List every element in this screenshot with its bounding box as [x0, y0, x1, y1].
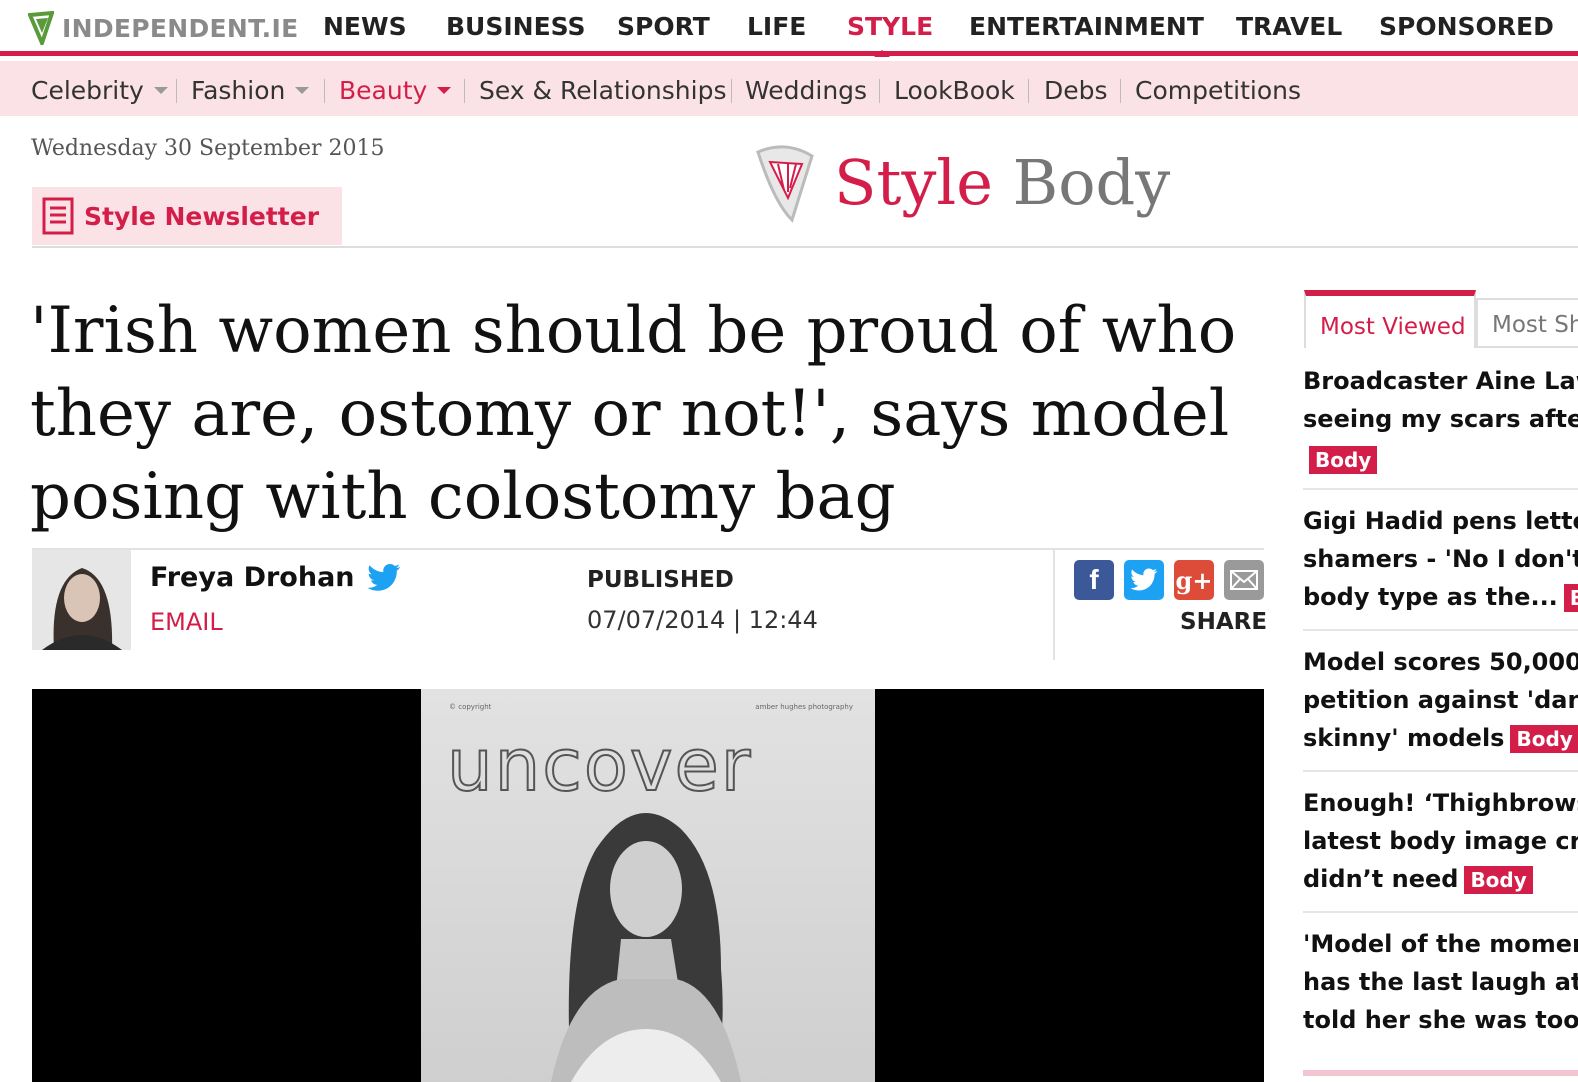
nav-item-business[interactable]: BUSINESS	[446, 12, 586, 41]
harp-logo-icon	[28, 11, 54, 45]
top-nav: INDEPENDENT.IE NEWS BUSINESS SPORT LIFE …	[0, 0, 1578, 57]
subnav-divider	[464, 79, 465, 103]
list-item-line: petition against 'dang	[1303, 686, 1578, 714]
list-item[interactable]: Broadcaster Aine Law seeing my scars aft…	[1303, 362, 1578, 490]
tab-most-shared[interactable]: Most Shared	[1476, 298, 1578, 348]
nav-item-life[interactable]: LIFE	[747, 12, 806, 41]
google-plus-icon[interactable]: g+	[1174, 560, 1214, 600]
harp-logo-icon	[756, 145, 814, 223]
list-item-line: Model scores 50,000 s	[1303, 648, 1578, 676]
byline-vertical-divider	[1053, 550, 1055, 660]
subnav-divider	[1028, 79, 1029, 103]
current-date: Wednesday 30 September 2015	[31, 136, 385, 161]
twitter-glyph	[1130, 568, 1158, 591]
list-item-line: body type as the...	[1303, 583, 1558, 611]
nav-item-news[interactable]: NEWS	[323, 12, 407, 41]
site-logo-text: INDEPENDENT.IE	[62, 13, 299, 43]
list-item-line: didn’t need	[1303, 865, 1459, 893]
byline-divider	[32, 548, 1264, 550]
nav-item-style[interactable]: STYLE	[847, 12, 933, 41]
subnav-item-beauty[interactable]: Beauty	[339, 76, 452, 105]
list-item[interactable]: Enough! ‘Thighbrows’ latest body image c…	[1303, 772, 1578, 913]
facebook-icon[interactable]: f	[1074, 560, 1114, 600]
author-email-link[interactable]: EMAIL	[150, 608, 223, 636]
chevron-down-icon	[295, 87, 310, 94]
list-item-line: Broadcaster Aine Law	[1303, 367, 1578, 395]
list-item-line: Enough! ‘Thighbrows’	[1303, 789, 1578, 817]
list-item-line: Gigi Hadid pens letter	[1303, 507, 1578, 535]
mail-glyph	[1230, 570, 1258, 590]
nav-item-sponsored[interactable]: SPONSORED	[1379, 12, 1554, 41]
photo-copyright: © copyright	[449, 703, 492, 711]
list-item-line: shamers - 'No I don't	[1303, 545, 1578, 573]
active-nav-caret	[874, 50, 890, 57]
section-title: Style Body	[834, 152, 1170, 214]
author-photo	[32, 550, 131, 650]
newsletter-label: Style Newsletter	[84, 201, 320, 231]
section-header: Style Body	[752, 140, 1170, 226]
list-item-line: latest body image cra	[1303, 827, 1578, 855]
subnav-divider	[1120, 79, 1121, 103]
subnav-item-fashion[interactable]: Fashion	[191, 76, 310, 105]
subnav-divider	[176, 79, 177, 103]
subnav-label: Beauty	[339, 76, 428, 105]
header-divider	[32, 246, 1578, 248]
twitter-icon[interactable]	[1124, 560, 1164, 600]
author-avatar[interactable]	[32, 550, 131, 650]
author-name-link[interactable]: Freya Drohan	[150, 562, 401, 593]
list-item[interactable]: Model scores 50,000 s petition against '…	[1303, 631, 1578, 772]
subnav-item-lookbook[interactable]: LookBook	[894, 76, 1015, 105]
list-item-line: 'Model of the momen	[1303, 930, 1578, 958]
subnav-item-sex-relationships[interactable]: Sex & Relationships	[479, 76, 727, 105]
list-item-line: skinny' models	[1303, 724, 1505, 752]
subnav-item-celebrity[interactable]: Celebrity	[31, 76, 168, 105]
chevron-down-icon	[153, 87, 168, 94]
author-name: Freya Drohan	[150, 562, 355, 593]
most-viewed-list: Broadcaster Aine Law seeing my scars aft…	[1303, 362, 1578, 1054]
mail-icon[interactable]	[1224, 560, 1264, 600]
twitter-bird-icon[interactable]	[366, 563, 401, 592]
tab-most-viewed[interactable]: Most Viewed	[1304, 290, 1476, 348]
share-label: SHARE	[1180, 609, 1268, 635]
article-image-frame[interactable]: © copyright amber hughes photography unc…	[32, 689, 1264, 1082]
subnav-divider	[731, 79, 732, 103]
published-label: PUBLISHED	[587, 567, 734, 593]
category-badge[interactable]: Body	[1309, 446, 1378, 474]
list-item-line: told her she was too f	[1303, 1006, 1578, 1034]
list-item[interactable]: 'Model of the momen has the last laugh a…	[1303, 913, 1578, 1054]
subnav-divider	[324, 79, 325, 103]
share-icons: f g+	[1074, 560, 1264, 600]
model-figure	[551, 813, 741, 1082]
list-item[interactable]: Gigi Hadid pens letter shamers - 'No I d…	[1303, 490, 1578, 631]
photo-credit: amber hughes photography	[755, 703, 853, 711]
subnav-label: Fashion	[191, 76, 286, 105]
subnav-item-competitions[interactable]: Competitions	[1135, 76, 1301, 105]
style-newsletter-button[interactable]: Style Newsletter	[32, 187, 342, 245]
subnav-item-debs[interactable]: Debs	[1044, 76, 1108, 105]
site-logo[interactable]: INDEPENDENT.IE	[28, 10, 298, 46]
category-badge[interactable]: Body	[1510, 725, 1578, 753]
subnav-divider	[879, 79, 880, 103]
chevron-down-icon	[437, 87, 452, 94]
sub-nav: Celebrity Fashion Beauty Sex & Relations…	[0, 61, 1578, 116]
article-photo: © copyright amber hughes photography unc…	[421, 689, 875, 1082]
list-item-line: seeing my scars after	[1303, 405, 1578, 433]
section-title-secondary: Body	[1012, 146, 1171, 219]
subnav-label: Celebrity	[31, 76, 144, 105]
article-headline: 'Irish women should be proud of who they…	[30, 294, 1237, 534]
subnav-item-weddings[interactable]: Weddings	[745, 76, 867, 105]
list-item-line: has the last laugh at a	[1303, 968, 1578, 996]
nav-item-sport[interactable]: SPORT	[617, 12, 710, 41]
nav-item-entertainment[interactable]: ENTERTAINMENT	[969, 12, 1204, 41]
sidebar-bottom-bar	[1303, 1070, 1578, 1076]
newsletter-icon	[42, 197, 74, 235]
section-title-primary: Style	[834, 146, 993, 219]
category-badge[interactable]: Body	[1464, 866, 1533, 894]
nav-item-travel[interactable]: TRAVEL	[1236, 12, 1342, 41]
published-date: 07/07/2014 | 12:44	[587, 606, 818, 634]
category-badge[interactable]: Bo	[1563, 584, 1578, 612]
